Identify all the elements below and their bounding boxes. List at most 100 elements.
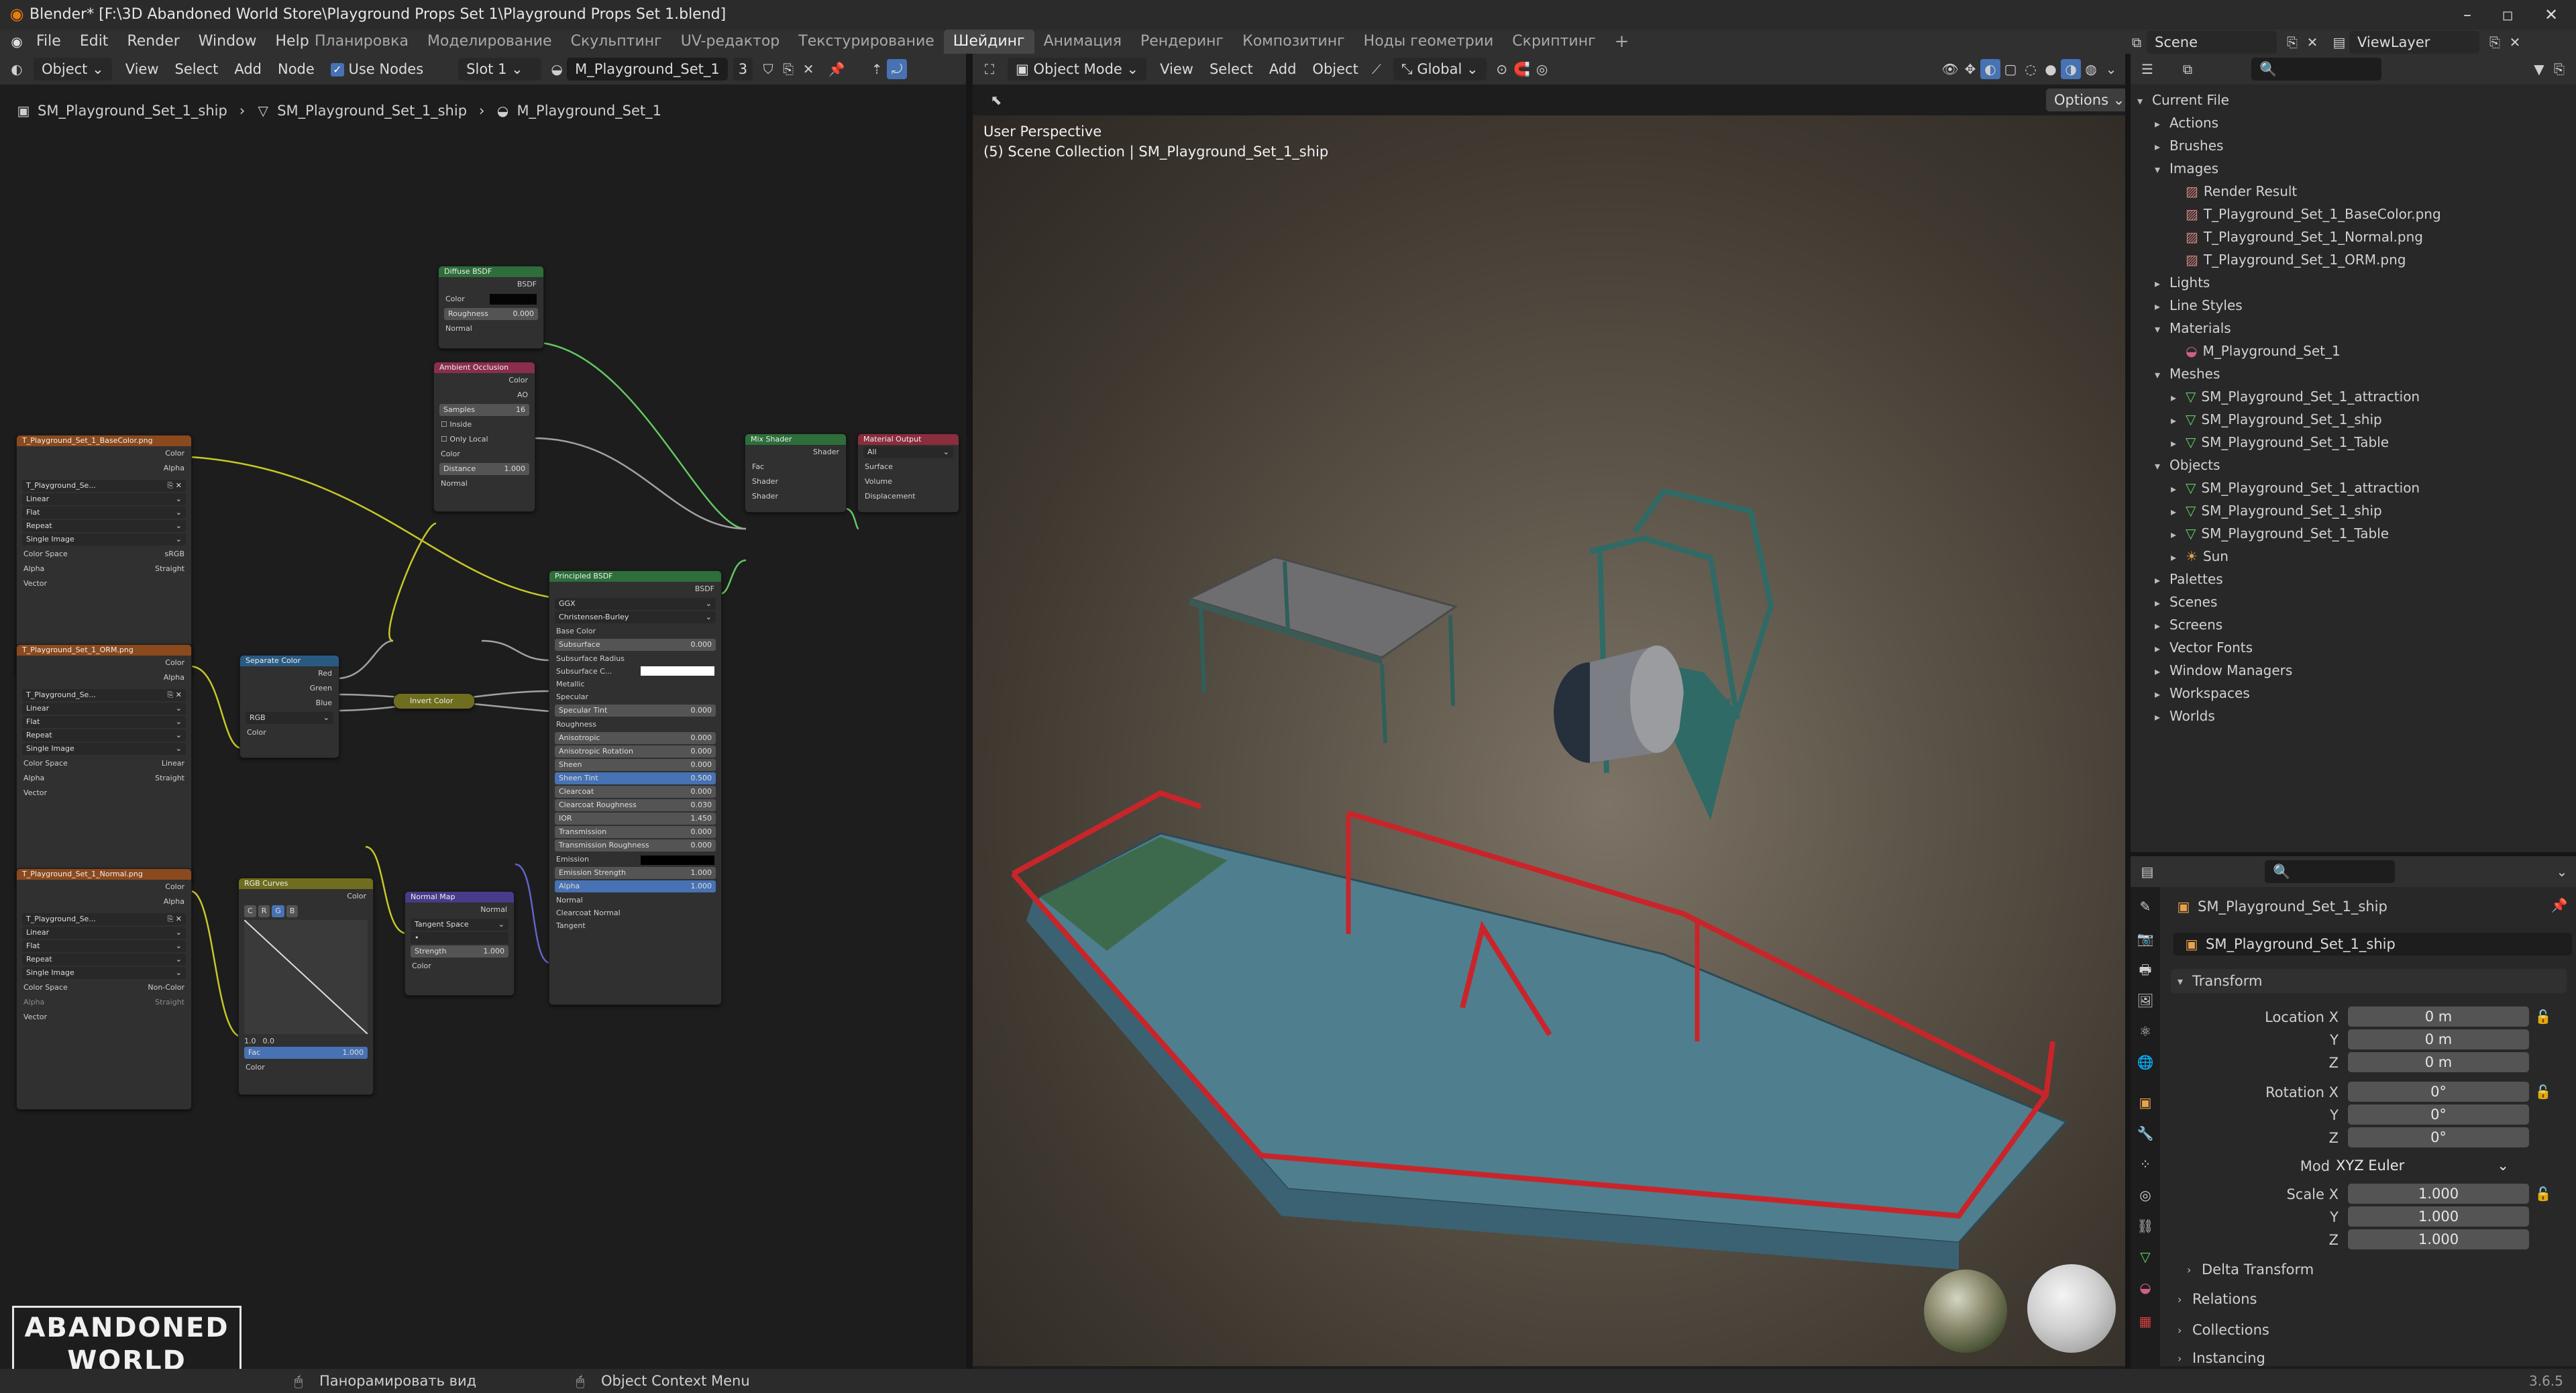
- lock-icon[interactable]: 🔓: [2533, 1082, 2553, 1102]
- fac-field[interactable]: Fac 1.000: [244, 1047, 368, 1059]
- principled-input-row[interactable]: Subsurface 0.000: [555, 639, 716, 651]
- texture-tab-icon[interactable]: ▦: [2135, 1311, 2155, 1331]
- outliner[interactable]: ☰ ⧉ 🔍 ▼ ⎘ ▾ Current File ▸ Actions ▸ Brushes…: [2131, 54, 2576, 852]
- node-image-texture-orm[interactable]: T_Playground_Set_1_ORM.png Color Alpha T…: [16, 644, 192, 886]
- data-tab-icon[interactable]: ▽: [2135, 1247, 2155, 1267]
- overlays-icon[interactable]: ◐: [1980, 59, 2000, 79]
- outliner-item[interactable]: ▾ Materials: [2155, 317, 2231, 340]
- interpolation-dropdown[interactable]: Linear ⌄: [22, 703, 186, 715]
- expand-icon[interactable]: ▸: [2155, 113, 2169, 136]
- menu-object[interactable]: Object: [1304, 58, 1366, 81]
- render-tab-icon[interactable]: 📷: [2135, 929, 2155, 949]
- outliner-item[interactable]: ▸ ▽ SM_Playground_Set_1_Table: [2171, 431, 2389, 454]
- collapse-icon[interactable]: ▾: [2137, 90, 2152, 113]
- shading-rendered-icon[interactable]: ◍: [2081, 59, 2101, 79]
- outliner-item[interactable]: ▾ Objects: [2155, 454, 2220, 476]
- node-material-output[interactable]: Material Output All ⌄ Surface Volume Disp…: [857, 433, 959, 513]
- properties-editor[interactable]: ▤ 🔍 ⌄ ✎ 📷 🖶 🖼 ⚛ 🌐 ▣ 🔧 ⁘ ◎ ⛓ ▽ ◒ ▦ ▣ SM_P…: [2131, 856, 2576, 1366]
- expand-icon[interactable]: ▸: [2155, 637, 2169, 660]
- inside-checkbox[interactable]: ☐ Inside: [434, 417, 535, 432]
- interpolation-dropdown[interactable]: Linear ⌄: [22, 927, 186, 939]
- tab-geometry-nodes[interactable]: Ноды геометрии: [1354, 30, 1503, 54]
- expand-icon[interactable]: ▸: [2171, 386, 2186, 409]
- expand-icon[interactable]: ▸: [2171, 523, 2186, 546]
- constraints-tab-icon[interactable]: ⛓: [2135, 1216, 2155, 1236]
- delta-transform-subpanel[interactable]: › Delta Transform: [2187, 1261, 2314, 1278]
- outliner-item[interactable]: ▸ Lights: [2155, 271, 2210, 294]
- alpha-mode-row[interactable]: Alpha Straight: [17, 771, 191, 786]
- view-layer-tab-icon[interactable]: 🖼: [2135, 990, 2155, 1011]
- curve-tab-g[interactable]: G: [272, 905, 284, 917]
- principled-input-row[interactable]: Clearcoat 0.000: [555, 786, 716, 798]
- scale-y-field[interactable]: 1.000: [2348, 1206, 2529, 1227]
- viewport-canvas[interactable]: User Perspective (5) Scene Collection | …: [973, 115, 2125, 1366]
- filter-icon[interactable]: ▼: [2529, 59, 2549, 79]
- snapping-icon[interactable]: 🧲: [1512, 59, 1532, 79]
- extension-dropdown[interactable]: Repeat ⌄: [22, 729, 186, 741]
- outliner-item[interactable]: ▸ Palettes: [2155, 568, 2223, 590]
- node-ambient-occlusion[interactable]: Ambient Occlusion Color AO Samples 16 ☐ I…: [433, 362, 535, 512]
- select-tool-icon[interactable]: ⬉: [986, 90, 1006, 110]
- principled-input-row[interactable]: Clearcoat Roughness 0.030: [555, 799, 716, 811]
- principled-input-row[interactable]: IOR 1.450: [555, 813, 716, 825]
- editor-type-icon[interactable]: ⛶: [979, 59, 1000, 79]
- menu-edit[interactable]: Edit: [70, 30, 118, 54]
- color-space-row[interactable]: Color Space Linear: [17, 756, 191, 771]
- tab-rendering[interactable]: Рендеринг: [1131, 30, 1233, 54]
- principled-input-row[interactable]: Anisotropic 0.000: [555, 732, 716, 744]
- menu-add[interactable]: Add: [1261, 58, 1305, 81]
- outliner-item[interactable]: ▸ ▽ SM_Playground_Set_1_Table: [2171, 522, 2389, 545]
- node-image-texture-normal[interactable]: T_Playground_Set_1_Normal.png Color Alph…: [16, 868, 192, 1110]
- scene-tab-icon[interactable]: ⚛: [2135, 1021, 2155, 1041]
- rotation-mode-dropdown[interactable]: XYZ Euler ⌄: [2329, 1155, 2516, 1176]
- tab-texture-paint[interactable]: Текстурирование: [789, 30, 944, 54]
- delete-scene-icon[interactable]: ✕: [2302, 32, 2322, 52]
- roughness-field[interactable]: Roughness 0.000: [444, 308, 538, 320]
- minimize-button[interactable]: –: [2449, 3, 2486, 27]
- shading-options-icon[interactable]: ⌄: [2101, 59, 2121, 79]
- modifier-tab-icon[interactable]: 🔧: [2135, 1123, 2155, 1143]
- curve-tab-b[interactable]: B: [286, 905, 299, 917]
- shading-wireframe-icon[interactable]: ◌: [2021, 59, 2041, 79]
- close-button[interactable]: ✕: [2532, 3, 2570, 27]
- expand-icon[interactable]: ▸: [2155, 706, 2169, 729]
- image-selector[interactable]: T_Playground_Se... ⎘ ✕: [22, 913, 186, 925]
- shading-material-icon[interactable]: ◑: [2061, 59, 2081, 79]
- shading-solid-icon[interactable]: ●: [2041, 59, 2061, 79]
- outliner-item[interactable]: ▸ Brushes: [2155, 134, 2223, 157]
- visibility-icon[interactable]: 👁: [1940, 59, 1960, 79]
- principled-input-row[interactable]: Transmission 0.000: [555, 826, 716, 838]
- extension-dropdown[interactable]: Repeat ⌄: [22, 520, 186, 532]
- expand-icon[interactable]: ▸: [2155, 592, 2169, 615]
- tab-animation[interactable]: Анимация: [1034, 30, 1131, 54]
- scale-z-field[interactable]: 1.000: [2348, 1229, 2529, 1249]
- expand-icon[interactable]: ▸: [2171, 432, 2186, 455]
- outliner-item[interactable]: ▸ Window Managers: [2155, 659, 2292, 682]
- node-diffuse-bsdf[interactable]: Diffuse BSDF BSDF Color Roughness 0.000 N…: [438, 266, 544, 349]
- add-workspace-button[interactable]: +: [1605, 30, 1639, 54]
- transform-panel-header[interactable]: ▾ Transform: [2171, 969, 2567, 993]
- outliner-item[interactable]: ▸ Line Styles: [2155, 294, 2243, 317]
- editor-type-icon[interactable]: ▤: [2137, 862, 2157, 882]
- curve-tab-c[interactable]: C: [244, 905, 256, 917]
- alpha-mode-row[interactable]: Alpha Straight: [17, 562, 191, 576]
- area-divider[interactable]: [2125, 54, 2131, 1369]
- area-divider[interactable]: [966, 54, 973, 1369]
- outliner-item[interactable]: ▸ Vector Fonts: [2155, 636, 2253, 659]
- extension-dropdown[interactable]: Repeat ⌄: [22, 953, 186, 966]
- node-separate-color[interactable]: Separate Color Red Green Blue RGB ⌄ Color: [239, 655, 339, 758]
- mode-dropdown[interactable]: ▣ Object Mode ⌄: [1008, 58, 1147, 81]
- outliner-item[interactable]: ▨ T_Playground_Set_1_Normal.png: [2171, 225, 2423, 248]
- options-chevron-icon[interactable]: ⌄: [2552, 862, 2572, 882]
- node-rgb-curves[interactable]: RGB Curves Color C R G B 1.0 0.0 Fac 1.000…: [238, 878, 374, 1095]
- table-model[interactable]: [1186, 556, 1458, 743]
- outliner-item[interactable]: ▸ Worlds: [2155, 705, 2215, 727]
- tab-scripting[interactable]: Скриптинг: [1503, 30, 1605, 54]
- principled-input-row[interactable]: Sheen 0.000: [555, 759, 716, 771]
- new-collection-icon[interactable]: ⎘: [2549, 59, 2569, 79]
- strength-field[interactable]: Strength 1.000: [411, 945, 508, 958]
- distance-field[interactable]: Distance 1.000: [439, 463, 529, 475]
- object-tab-icon[interactable]: ▣: [2135, 1092, 2155, 1113]
- node-mix-shader[interactable]: Mix Shader Shader Fac Shader Shader: [745, 433, 847, 513]
- menu-file[interactable]: File: [27, 30, 70, 54]
